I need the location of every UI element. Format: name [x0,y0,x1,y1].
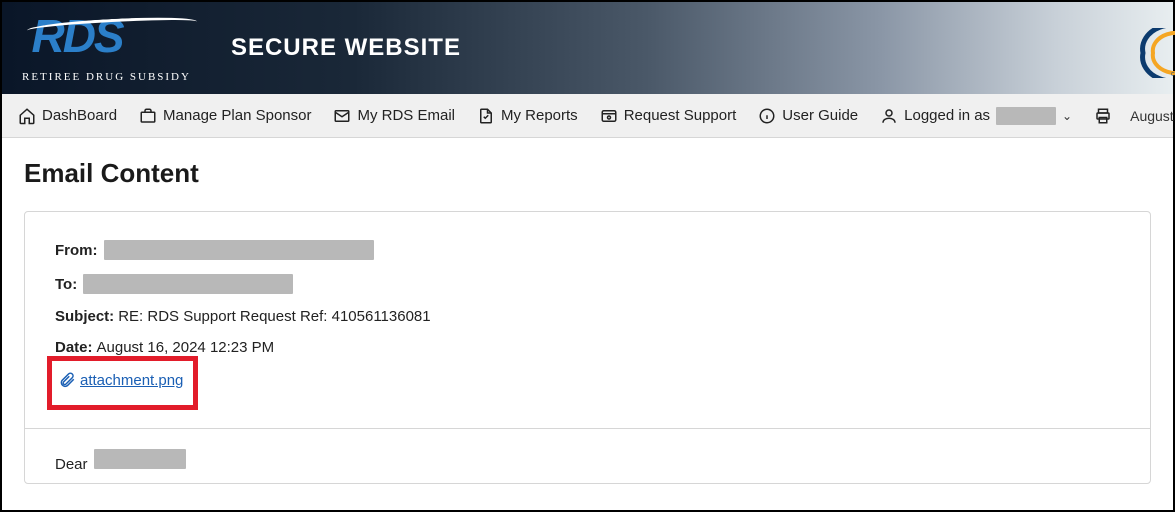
nav-dashboard[interactable]: DashBoard [18,107,117,125]
nav-date: August [1130,108,1174,124]
attachment-row: attachment.png [58,371,183,389]
envelope-icon [333,107,351,125]
page-title: Email Content [24,158,1151,189]
paperclip-icon [58,371,76,389]
nav-bar: DashBoard Manage Plan Sponsor My RDS Ema… [2,94,1173,138]
nav-manage-plan-sponsor[interactable]: Manage Plan Sponsor [139,107,311,125]
nav-user-guide-label: User Guide [782,107,858,124]
home-icon [18,107,36,125]
nav-my-reports-label: My Reports [501,107,578,124]
nav-request-support-label: Request Support [624,107,737,124]
email-to-label: To: [55,276,77,293]
support-icon [600,107,618,125]
email-date-label: Date: [55,339,93,356]
email-date-row: Date: August 16, 2024 12:23 PM [55,339,1120,356]
attachment-link[interactable]: attachment.png [80,372,183,389]
email-body-greeting: Dear [55,456,88,473]
email-divider [25,428,1150,429]
cms-logo-label: CENTERS [1171,72,1175,78]
attachment-highlight-box: attachment.png [47,356,198,410]
nav-dashboard-label: DashBoard [42,107,117,124]
content-area: Email Content From: To: Subject: RE: RDS… [2,138,1173,504]
nav-my-rds-email[interactable]: My RDS Email [333,107,455,125]
nav-my-reports[interactable]: My Reports [477,107,578,125]
nav-my-rds-email-label: My RDS Email [357,107,455,124]
briefcase-icon [139,107,157,125]
email-date-value: August 16, 2024 12:23 PM [97,339,275,356]
redacted-from [104,240,374,260]
redacted-username [996,107,1056,125]
email-subject-value: RE: RDS Support Request Ref: 41056113608… [118,308,430,325]
header-title: SECURE WEBSITE [231,34,461,62]
nav-logged-in[interactable]: Logged in as ⌄ [880,107,1072,125]
header-banner: RDS RETIREE DRUG SUBSIDY SECURE WEBSITE … [2,2,1173,94]
print-icon[interactable] [1094,107,1112,125]
file-icon [477,107,495,125]
chevron-down-icon: ⌄ [1062,109,1072,123]
nav-logged-in-label: Logged in as [904,107,990,124]
rds-logo: RDS [31,13,181,73]
person-icon [880,107,898,125]
nav-right: August [1094,107,1174,125]
email-from-label: From: [55,242,98,259]
email-subject-label: Subject: [55,308,114,325]
nav-manage-plan-sponsor-label: Manage Plan Sponsor [163,107,311,124]
redacted-to [83,274,293,294]
info-icon [758,107,776,125]
email-body-greeting-row: Dear [55,449,1120,473]
email-from-row: From: [55,240,1120,260]
redacted-recipient-name [94,449,186,469]
cms-logo: CENTERS [1123,28,1175,78]
email-to-row: To: [55,274,1120,294]
email-card: From: To: Subject: RE: RDS Support Reque… [24,211,1151,484]
nav-user-guide[interactable]: User Guide [758,107,858,125]
nav-request-support[interactable]: Request Support [600,107,737,125]
rds-logo-area: RDS RETIREE DRUG SUBSIDY [22,13,191,83]
email-subject-row: Subject: RE: RDS Support Request Ref: 41… [55,308,1120,325]
